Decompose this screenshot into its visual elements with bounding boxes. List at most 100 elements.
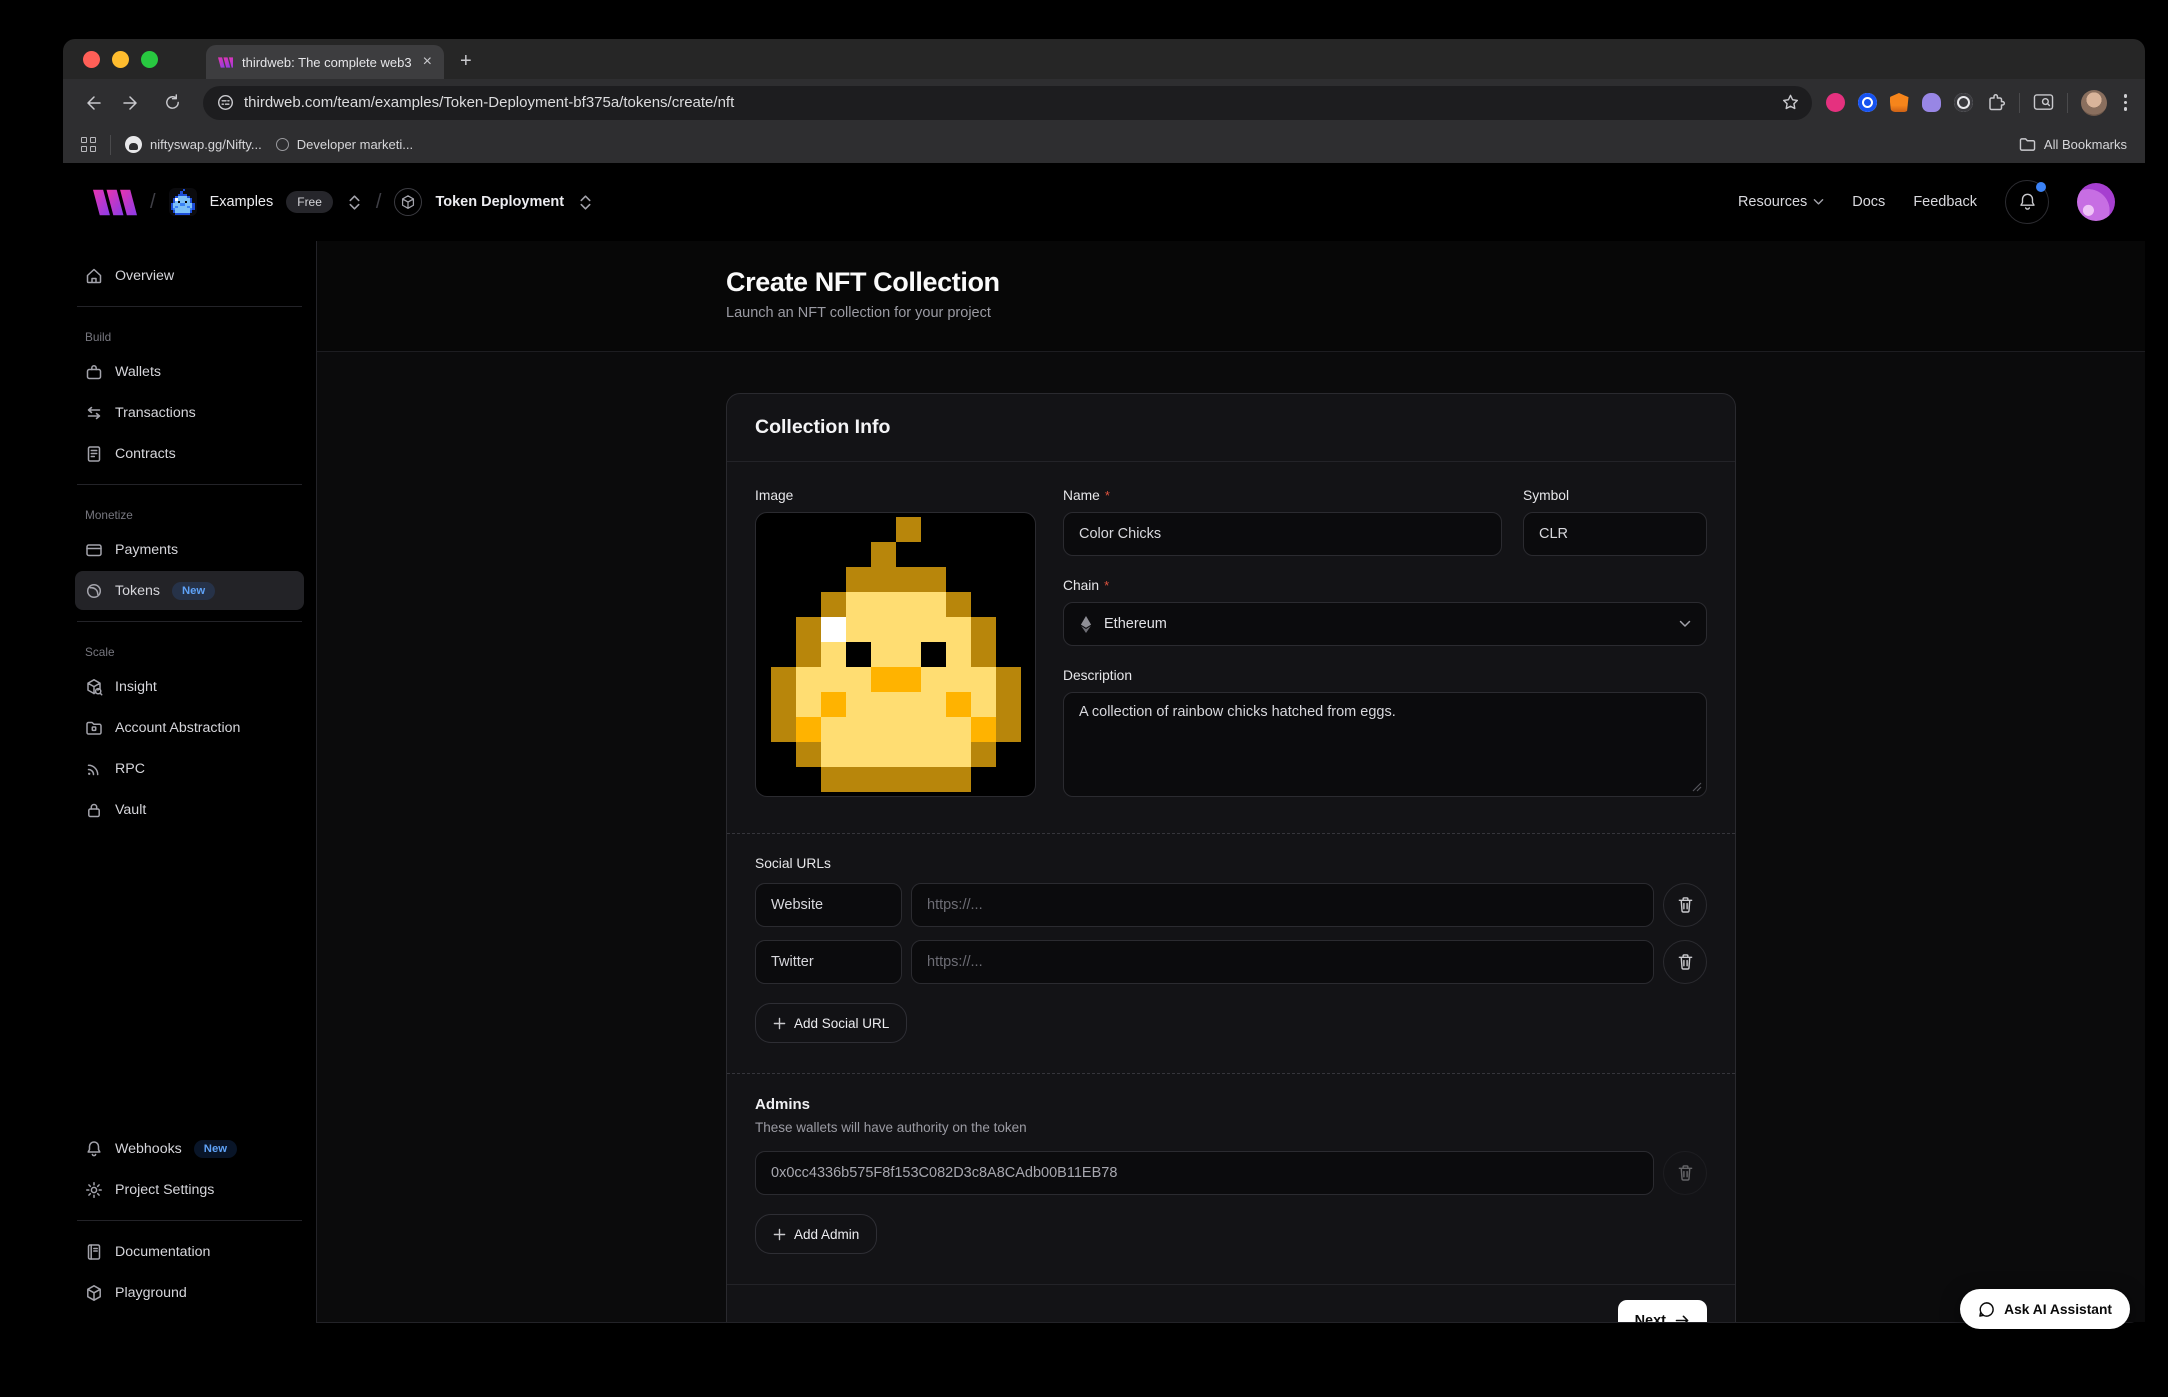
sidebar-item-vault[interactable]: Vault <box>75 790 304 829</box>
thirdweb-logo[interactable] <box>93 189 137 216</box>
chevrons-up-down-icon <box>348 193 361 212</box>
description-textarea[interactable]: A collection of rainbow chicks hatched f… <box>1063 692 1707 797</box>
extensions-puzzle-icon[interactable] <box>1986 93 2006 113</box>
bookmark-developer-marketing[interactable]: Developer marketi... <box>276 137 413 152</box>
notification-dot <box>2036 182 2046 192</box>
chevron-down-icon <box>1679 620 1691 628</box>
sidebar-item-label: Account Abstraction <box>115 720 240 736</box>
social-url-input[interactable] <box>911 883 1654 927</box>
collection-image-upload[interactable] <box>755 512 1036 797</box>
social-url-input[interactable] <box>911 940 1654 984</box>
apps-grid-icon[interactable] <box>81 137 96 152</box>
sidebar-item-tokens[interactable]: Tokens New <box>75 571 304 610</box>
image-label: Image <box>755 488 793 503</box>
sidebar-item-project-settings[interactable]: Project Settings <box>75 1170 304 1209</box>
extension-icon-blue[interactable] <box>1858 93 1877 112</box>
sidebar-item-documentation[interactable]: Documentation <box>75 1232 304 1271</box>
browser-profile-avatar[interactable] <box>2081 90 2107 116</box>
user-avatar[interactable] <box>2077 183 2115 221</box>
contract-icon <box>85 445 103 463</box>
team-avatar[interactable] <box>169 188 197 216</box>
name-input[interactable] <box>1063 512 1502 556</box>
extension-icon-pink[interactable] <box>1826 93 1845 112</box>
metamask-extension-icon[interactable] <box>1890 93 1909 112</box>
zoom-window-button[interactable] <box>141 51 158 68</box>
wallet-icon <box>85 363 103 381</box>
social-url-row <box>755 883 1707 927</box>
required-asterisk: * <box>1104 578 1109 593</box>
notifications-button[interactable] <box>2005 180 2049 224</box>
browser-menu-icon[interactable] <box>2120 94 2132 111</box>
bookmark-label: Developer marketi... <box>297 137 413 152</box>
phantom-extension-icon[interactable] <box>1922 93 1941 112</box>
social-platform-input[interactable] <box>755 940 902 984</box>
extension-icon-dark[interactable] <box>1954 93 1973 112</box>
new-badge: New <box>172 582 215 600</box>
description-label: Description <box>1063 668 1132 683</box>
all-bookmarks-button[interactable]: All Bookmarks <box>2019 137 2127 152</box>
project-name[interactable]: Token Deployment <box>435 194 564 210</box>
thirdweb-favicon <box>218 56 233 69</box>
divider <box>110 135 111 155</box>
bookmark-niftyswap[interactable]: niftyswap.gg/Nifty... <box>125 136 262 153</box>
ask-ai-assistant-label: Ask AI Assistant <box>2004 1302 2112 1317</box>
feedback-link[interactable]: Feedback <box>1913 194 1977 210</box>
close-tab-icon[interactable]: × <box>423 54 432 70</box>
docs-link[interactable]: Docs <box>1852 194 1885 210</box>
sidebar-item-contracts[interactable]: Contracts <box>75 434 304 473</box>
delete-social-url-button[interactable] <box>1663 940 1707 984</box>
new-tab-button[interactable]: + <box>460 50 472 73</box>
project-switcher-button[interactable] <box>577 191 594 214</box>
next-button[interactable]: Next <box>1618 1300 1707 1322</box>
ethereum-icon <box>1079 616 1093 633</box>
chain-value: Ethereum <box>1104 616 1668 632</box>
social-platform-input[interactable] <box>755 883 902 927</box>
sidebar-item-insight[interactable]: Insight <box>75 667 304 706</box>
site-info-icon[interactable] <box>217 94 234 111</box>
forward-button[interactable] <box>115 86 149 120</box>
chain-label: Chain <box>1063 578 1099 593</box>
ask-ai-assistant-button[interactable]: Ask AI Assistant <box>1960 1289 2130 1329</box>
folder-icon <box>85 719 103 737</box>
minimize-window-button[interactable] <box>112 51 129 68</box>
resources-menu[interactable]: Resources <box>1738 194 1824 210</box>
sidebar-item-overview[interactable]: Overview <box>75 256 304 295</box>
thirdweb-app: / Examples Free / Token Deployment <box>63 163 2145 1345</box>
add-admin-label: Add Admin <box>794 1227 859 1242</box>
breadcrumb: / Examples Free / Token Deployment <box>93 188 594 216</box>
sidebar-item-rpc[interactable]: RPC <box>75 749 304 788</box>
lock-icon <box>85 801 103 819</box>
team-name[interactable]: Examples <box>210 194 274 210</box>
sidebar-item-webhooks[interactable]: Webhooks New <box>75 1129 304 1168</box>
back-button[interactable] <box>75 86 109 120</box>
main-content: Create NFT Collection Launch an NFT coll… <box>317 241 2145 1323</box>
required-asterisk: * <box>1105 488 1110 503</box>
arrow-right-icon <box>1675 1314 1690 1322</box>
sidebar-item-wallets[interactable]: Wallets <box>75 352 304 391</box>
sidebar-item-account-abstraction[interactable]: Account Abstraction <box>75 708 304 747</box>
sidebar-item-payments[interactable]: Payments <box>75 530 304 569</box>
admin-address-input[interactable] <box>755 1151 1654 1195</box>
reload-button[interactable] <box>155 86 189 120</box>
tab-title: thirdweb: The complete web3 <box>242 55 414 70</box>
bell-icon <box>85 1140 103 1158</box>
app-header: / Examples Free / Token Deployment <box>63 163 2145 241</box>
add-admin-button[interactable]: Add Admin <box>755 1214 877 1254</box>
team-switcher-button[interactable] <box>346 191 363 214</box>
url-text: thirdweb.com/team/examples/Token-Deploym… <box>244 94 1781 111</box>
sidebar-item-playground[interactable]: Playground <box>75 1273 304 1312</box>
plan-badge: Free <box>286 191 333 213</box>
symbol-input[interactable] <box>1523 512 1707 556</box>
close-window-button[interactable] <box>83 51 100 68</box>
browser-tab[interactable]: thirdweb: The complete web3 × <box>206 45 444 79</box>
social-url-row <box>755 940 1707 984</box>
chain-select[interactable]: Ethereum <box>1063 602 1707 646</box>
add-social-url-button[interactable]: Add Social URL <box>755 1003 907 1043</box>
bookmark-star-icon[interactable] <box>1781 93 1800 112</box>
delete-social-url-button[interactable] <box>1663 883 1707 927</box>
url-bar[interactable]: thirdweb.com/team/examples/Token-Deploym… <box>203 86 1812 120</box>
side-panel-search-icon[interactable] <box>2033 93 2054 112</box>
transactions-icon <box>85 404 103 422</box>
sidebar-item-transactions[interactable]: Transactions <box>75 393 304 432</box>
delete-admin-button[interactable] <box>1663 1151 1707 1195</box>
